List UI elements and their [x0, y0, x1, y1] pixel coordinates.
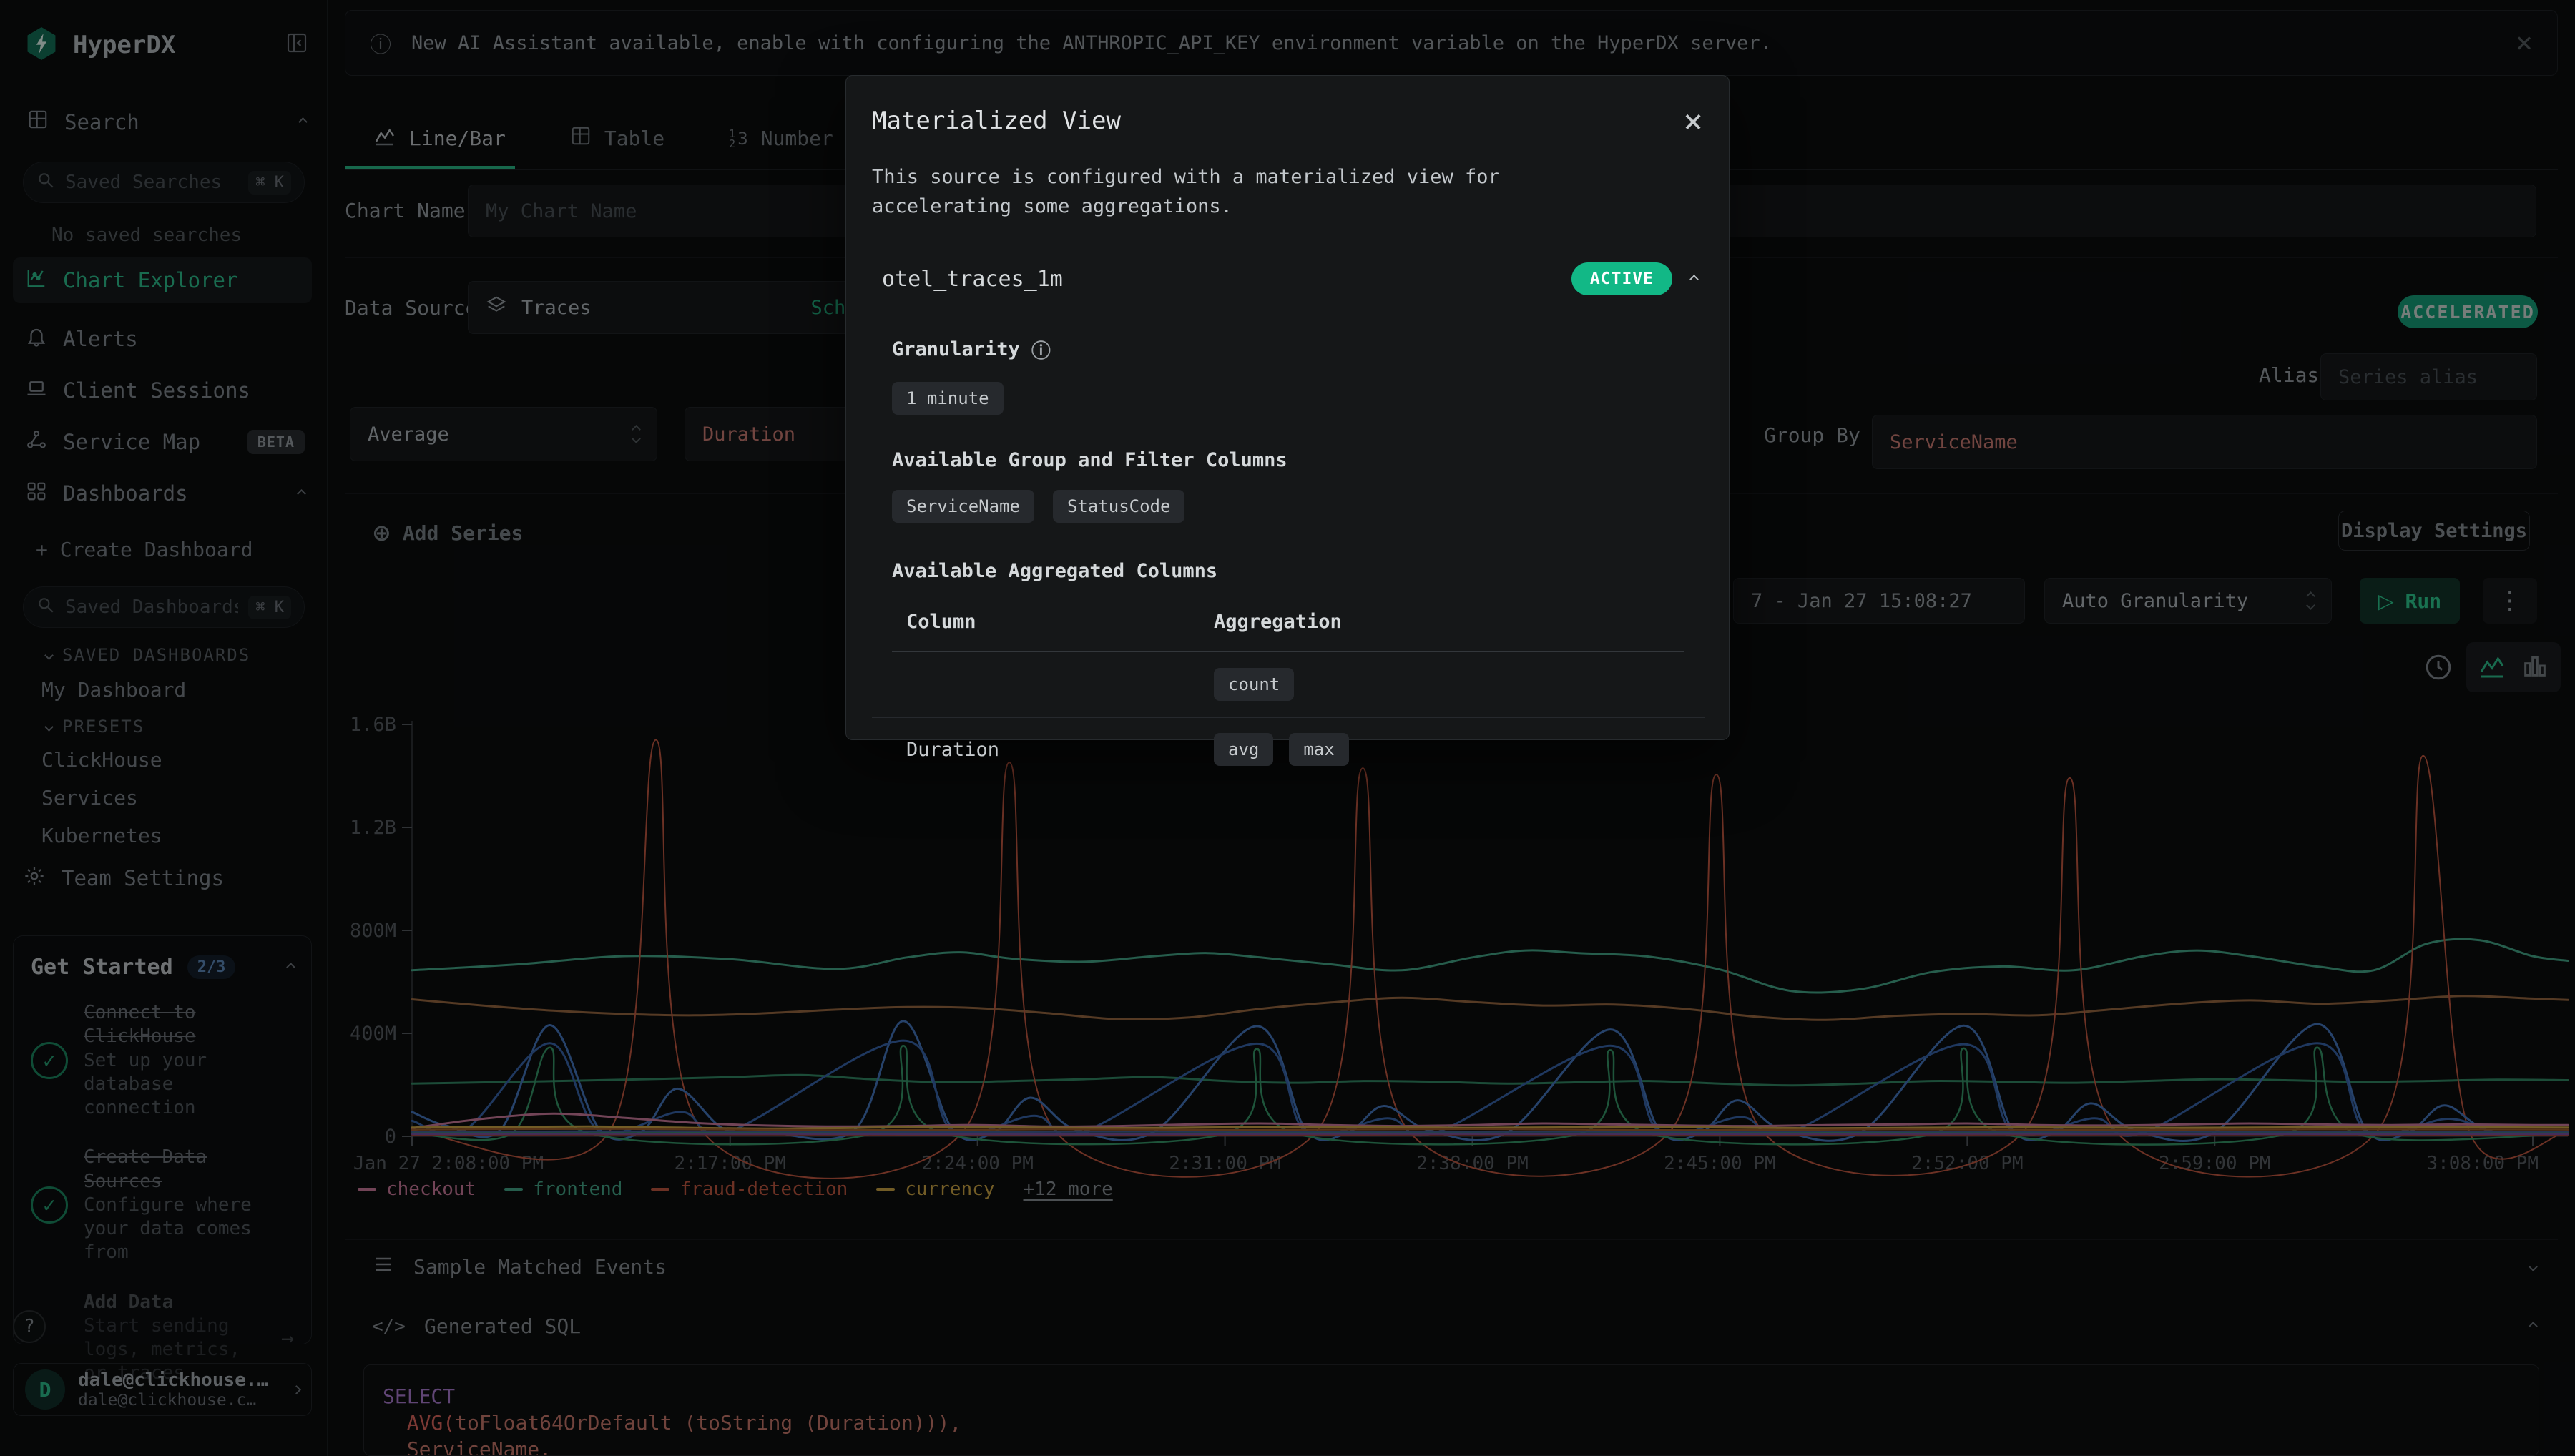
- granularity-label: Granularity: [892, 338, 1020, 360]
- column-cell: [892, 652, 1200, 717]
- group-filter-chips: ServiceName StatusCode: [846, 471, 1729, 523]
- filter-column-chip: ServiceName: [892, 490, 1034, 523]
- info-icon[interactable]: ⓘ: [1031, 335, 1051, 363]
- table-col-header: Aggregation: [1200, 611, 1684, 652]
- materialized-view-accordion-header[interactable]: otel_traces_1m ACTIVE: [846, 221, 1729, 295]
- aggregated-heading: Available Aggregated Columns: [846, 523, 1729, 582]
- materialized-view-modal: Materialized View × This source is confi…: [845, 75, 1730, 740]
- modal-description: This source is configured with a materia…: [846, 137, 1662, 221]
- aggregation-chip: max: [1289, 733, 1348, 766]
- aggregation-cell: count: [1200, 652, 1684, 717]
- modal-close-icon[interactable]: ×: [1683, 104, 1703, 137]
- filter-column-chip: StatusCode: [1053, 490, 1185, 523]
- divider: [872, 717, 1705, 718]
- view-name: otel_traces_1m: [882, 267, 1063, 292]
- chevron-up-icon: [1689, 275, 1699, 284]
- aggregation-cell: avgmax: [1200, 717, 1684, 782]
- hyperdx-app: HyperDX Search Saved Searches ⌘ K No sav…: [0, 0, 2575, 1456]
- aggregated-columns-table: Column Aggregation countDurationavgmax: [892, 611, 1684, 782]
- granularity-heading: Granularity ⓘ: [846, 295, 1729, 363]
- granularity-chip: 1 minute: [892, 382, 1004, 415]
- aggregation-chip: avg: [1214, 733, 1273, 766]
- table-col-header: Column: [892, 611, 1200, 652]
- table-row: count: [892, 652, 1684, 717]
- group-filter-heading: Available Group and Filter Columns: [846, 415, 1729, 471]
- column-cell: Duration: [892, 717, 1200, 782]
- table-row: Durationavgmax: [892, 717, 1684, 782]
- aggregation-chip: count: [1214, 668, 1294, 701]
- modal-title: Materialized View: [872, 107, 1121, 135]
- active-status-badge: ACTIVE: [1571, 262, 1672, 295]
